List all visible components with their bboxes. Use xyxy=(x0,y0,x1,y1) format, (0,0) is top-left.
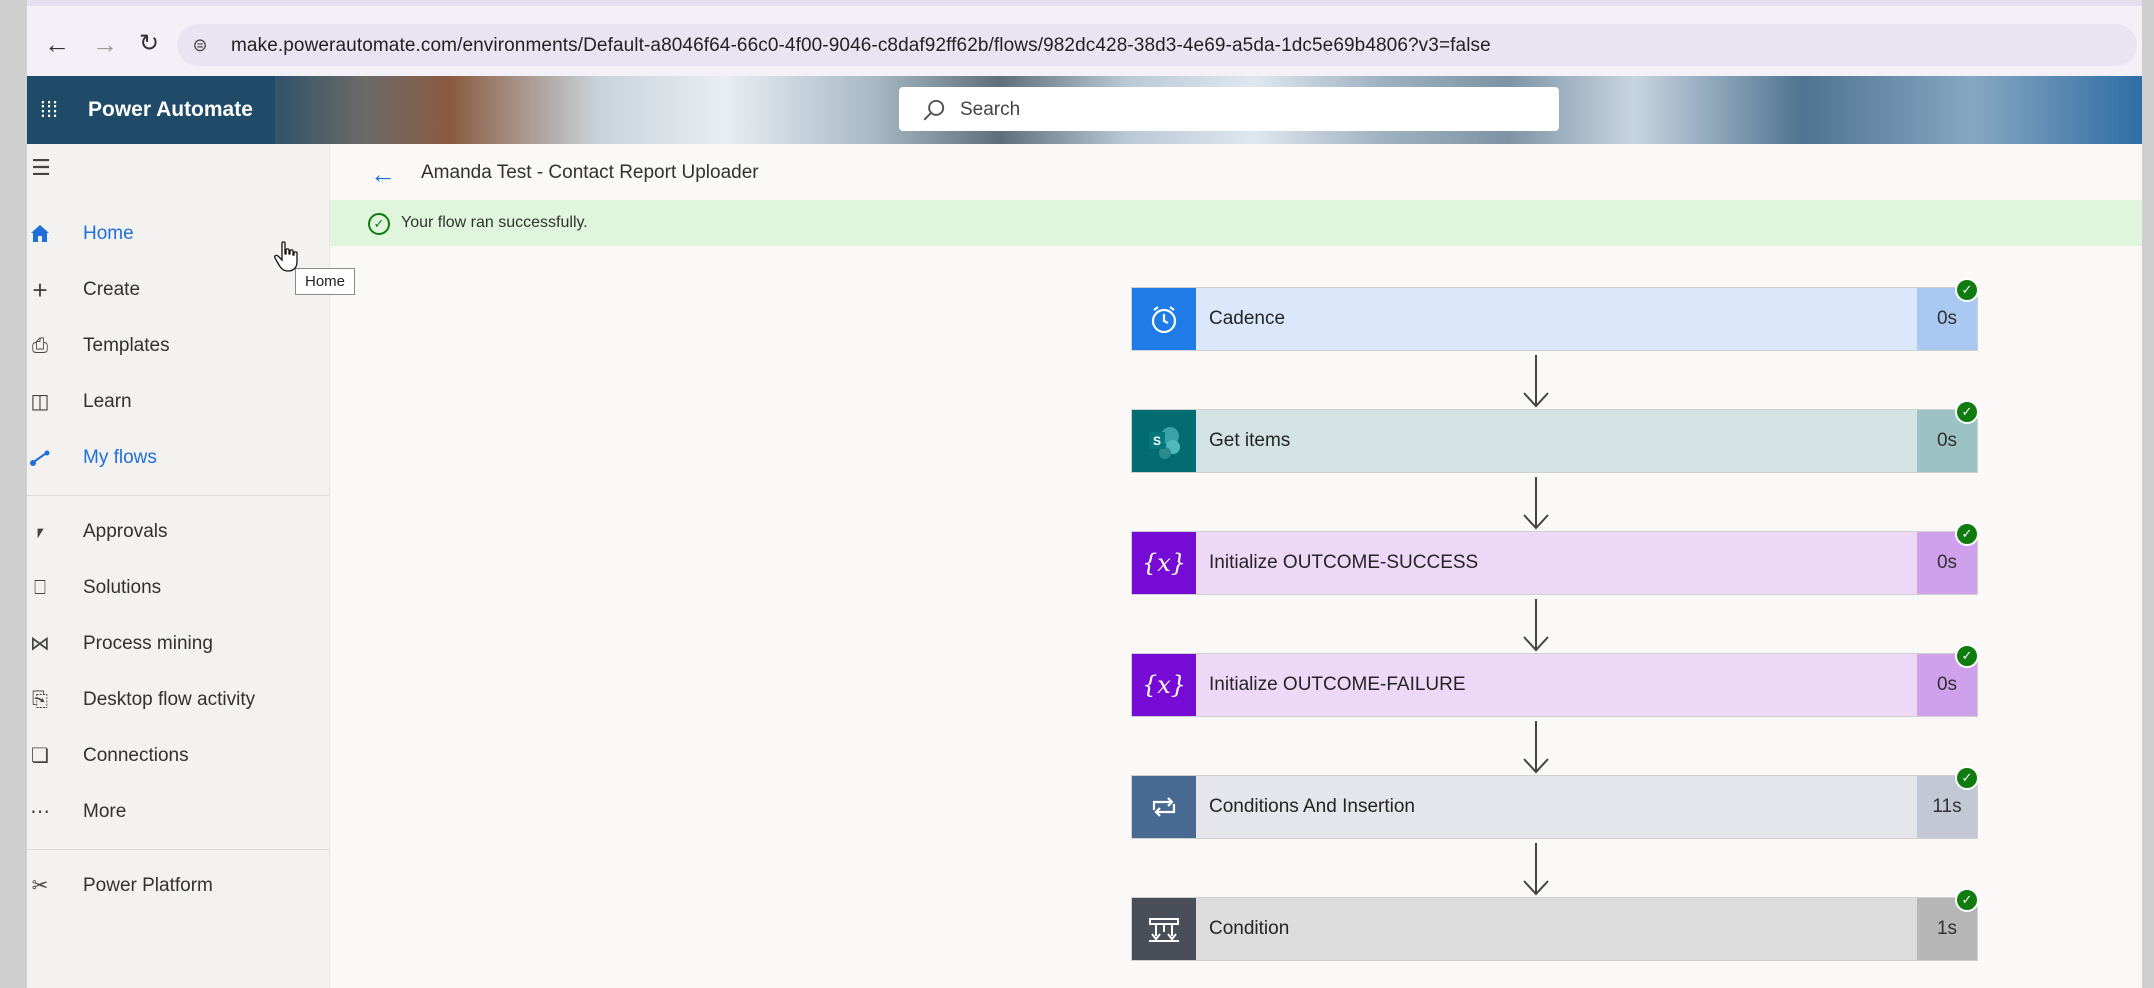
flow-step-card[interactable]: Condition 1s ✓ xyxy=(1131,888,1979,961)
sidebar-item-label: More xyxy=(83,801,127,822)
templates-icon: ⎙ xyxy=(32,335,48,357)
sidebar-item-label: Templates xyxy=(83,335,170,356)
desktop-activity-icon: ⎘ xyxy=(32,689,48,711)
step-name: Initialize OUTCOME-SUCCESS xyxy=(1209,552,1479,573)
power-platform-icon: ✂ xyxy=(31,875,49,897)
sidebar-item-approvals[interactable]: ⎖ Approvals xyxy=(27,510,329,554)
variable-icon: {x} xyxy=(1141,549,1187,577)
header-brand-area: ⁞⁞⁞ Power Automate xyxy=(27,76,275,144)
sidebar-item-label: My flows xyxy=(83,447,157,468)
approvals-icon: ⎖ xyxy=(32,521,48,543)
url-text[interactable]: make.powerautomate.com/environments/Defa… xyxy=(231,35,1491,57)
sidebar-item-desktop-flow-activity[interactable]: ⎘ Desktop flow activity xyxy=(27,678,329,722)
browser-window: ← → ↻ ⊜ make.powerautomate.com/environme… xyxy=(27,0,2142,988)
back-arrow-icon[interactable]: ← xyxy=(41,28,73,60)
sidebar-item-label: Home xyxy=(83,223,134,244)
flow-step-card[interactable]: {x} Initialize OUTCOME-FAILURE 0s ✓ xyxy=(1131,644,1979,717)
success-check-icon: ✓ xyxy=(1955,766,1979,790)
sidebar-item-more[interactable]: ⋯ More xyxy=(27,790,329,834)
flow-step-card[interactable]: Conditions And Insertion 11s ✓ xyxy=(1131,766,1979,839)
sidebar-item-solutions[interactable]: ⎕ Solutions xyxy=(27,566,329,610)
success-check-icon: ✓ xyxy=(1955,278,1979,302)
back-arrow-icon[interactable]: ← xyxy=(370,160,398,188)
down-arrow-connector xyxy=(1523,843,1549,896)
sidebar-item-templates[interactable]: ⎙ Templates xyxy=(27,324,329,368)
connections-icon: ❏ xyxy=(31,745,49,767)
app-title[interactable]: Power Automate xyxy=(88,98,253,122)
sidebar-divider xyxy=(27,849,329,850)
sidebar-item-label: Power Platform xyxy=(83,875,213,896)
sidebar-item-label: Desktop flow activity xyxy=(83,689,256,710)
sidebar-item-process-mining[interactable]: ⋈ Process mining xyxy=(27,622,329,666)
step-name: Get items xyxy=(1209,430,1291,451)
sidebar-item-create[interactable]: + Create xyxy=(27,268,329,312)
down-arrow-connector xyxy=(1523,355,1549,408)
step-tile: S xyxy=(1132,410,1196,472)
down-arrow-connector xyxy=(1523,599,1549,652)
address-bar[interactable]: ⊜ make.powerautomate.com/environments/De… xyxy=(177,24,2137,66)
solutions-icon: ⎕ xyxy=(34,577,46,599)
success-check-icon: ✓ xyxy=(1955,400,1979,424)
main-content: ← Amanda Test - Contact Report Uploader … xyxy=(330,144,2142,988)
sidebar-item-learn[interactable]: ◫ Learn xyxy=(27,380,329,424)
hand-cursor-icon xyxy=(274,241,298,272)
success-check-icon: ✓ xyxy=(1955,522,1979,546)
ellipsis-icon: ⋯ xyxy=(30,801,50,823)
flow-step-card[interactable]: Cadence 0s ✓ xyxy=(1131,278,1979,351)
sharepoint-icon: S xyxy=(1149,427,1180,459)
app-launcher-icon[interactable]: ⁞⁞⁞ xyxy=(35,96,63,124)
site-info-icon[interactable]: ⊜ xyxy=(189,34,211,56)
step-tile: {x} xyxy=(1132,532,1196,594)
sidebar-item-label: Learn xyxy=(83,391,132,412)
success-check-icon: ✓ xyxy=(1955,888,1979,912)
loop-icon xyxy=(1152,797,1176,817)
banner-text: Your flow ran successfully. xyxy=(401,214,588,231)
step-tile: {x} xyxy=(1132,654,1196,716)
flows-icon xyxy=(30,450,50,466)
search-icon xyxy=(923,99,945,121)
flow-step-card[interactable]: S Get items 0s ✓ xyxy=(1131,400,1979,473)
search-input[interactable]: Search xyxy=(899,87,1559,131)
flow-title: Amanda Test - Contact Report Uploader xyxy=(421,162,759,183)
sidebar-item-label: Connections xyxy=(83,745,189,766)
sidebar-divider xyxy=(27,495,329,496)
flow-step-card[interactable]: {x} Initialize OUTCOME-SUCCESS 0s ✓ xyxy=(1131,522,1979,595)
step-name: Condition xyxy=(1209,918,1290,939)
down-arrow-connector xyxy=(1523,721,1549,774)
hamburger-menu-icon[interactable]: ☰ xyxy=(27,154,55,182)
sidebar-item-power-platform[interactable]: ✂ Power Platform xyxy=(27,864,329,908)
svg-text:S: S xyxy=(1153,434,1161,448)
step-tile xyxy=(1132,288,1196,350)
alarm-clock-icon xyxy=(1151,306,1177,334)
step-tile xyxy=(1132,898,1196,960)
step-name: Cadence xyxy=(1209,308,1286,329)
home-tooltip: Home xyxy=(295,268,356,295)
reload-icon[interactable]: ↻ xyxy=(133,28,165,60)
book-icon: ◫ xyxy=(30,391,50,413)
step-name: Initialize OUTCOME-FAILURE xyxy=(1209,674,1466,695)
process-mining-icon: ⋈ xyxy=(30,633,50,655)
check-circle-icon: ✓ xyxy=(368,213,390,235)
app-header: ⁞⁞⁞ Power Automate Search xyxy=(27,76,2142,144)
sidebar-item-label: Process mining xyxy=(83,633,213,654)
sidebar-item-label: Create xyxy=(83,279,141,300)
step-tile xyxy=(1132,776,1196,838)
sidebar-item-my-flows[interactable]: My flows xyxy=(27,436,329,480)
sidebar-item-label: Approvals xyxy=(83,521,168,542)
home-icon xyxy=(31,225,49,242)
forward-arrow-icon[interactable]: → xyxy=(89,28,121,60)
success-check-icon: ✓ xyxy=(1955,644,1979,668)
variable-icon: {x} xyxy=(1141,671,1187,699)
browser-toolbar: ← → ↻ ⊜ make.powerautomate.com/environme… xyxy=(27,0,2142,76)
sidebar-item-connections[interactable]: ❏ Connections xyxy=(27,734,329,778)
condition-icon xyxy=(1149,918,1179,942)
down-arrow-connector xyxy=(1523,477,1549,530)
step-name: Conditions And Insertion xyxy=(1209,796,1415,817)
search-placeholder: Search xyxy=(960,99,1021,120)
sidebar-item-label: Solutions xyxy=(83,577,162,598)
success-banner: ✓ Your flow ran successfully. xyxy=(330,200,2142,246)
plus-icon: + xyxy=(32,275,48,305)
